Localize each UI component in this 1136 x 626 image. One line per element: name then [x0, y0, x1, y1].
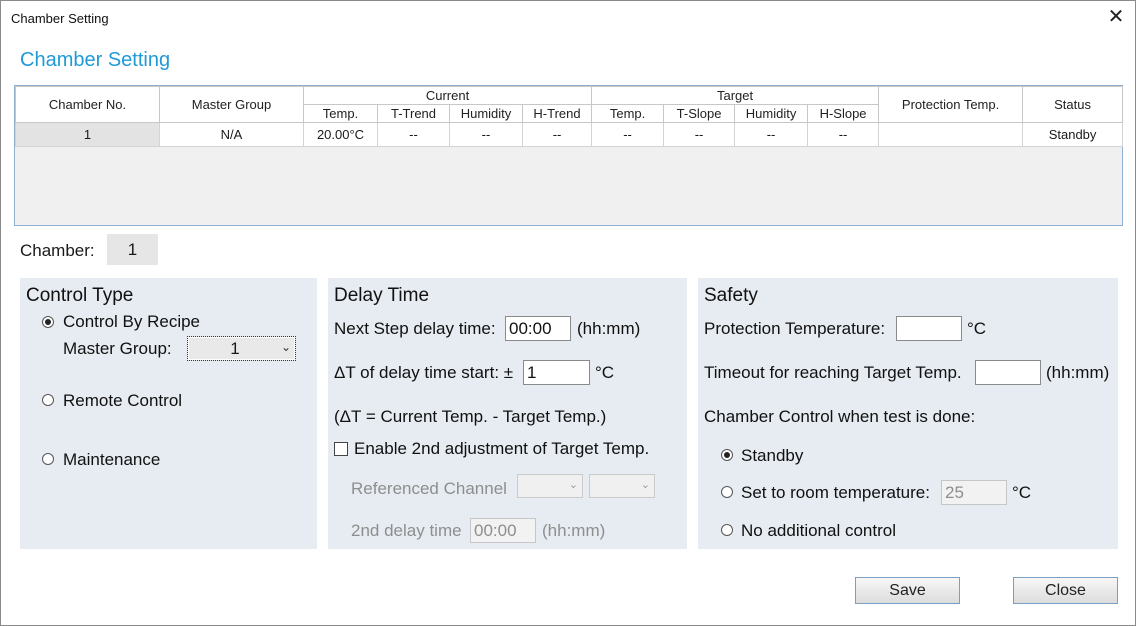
- col-header-current-t-trend[interactable]: T-Trend: [377, 104, 450, 123]
- table-cell[interactable]: [878, 122, 1024, 147]
- delta-t-unit: °C: [595, 363, 615, 382]
- delay-time-title: Delay Time: [334, 285, 430, 306]
- chevron-down-icon: ⌄: [568, 479, 578, 491]
- standby-radio[interactable]: [721, 449, 733, 461]
- col-header-master-group[interactable]: Master Group: [159, 86, 304, 123]
- delta-t-formula: (ΔT = Current Temp. - Target Temp.): [334, 407, 607, 426]
- close-icon[interactable]: ✕: [1105, 6, 1127, 28]
- page-title: Chamber Setting: [20, 49, 171, 71]
- table-cell[interactable]: --: [449, 122, 523, 147]
- table-row[interactable]: 1 N/A 20.00°C -- -- -- -- -- -- -- Stand…: [15, 122, 1124, 147]
- maintenance-radio[interactable]: [42, 453, 54, 465]
- maintenance-label[interactable]: Maintenance: [63, 450, 160, 470]
- timeout-input[interactable]: [975, 360, 1041, 385]
- window-title: Chamber Setting: [11, 11, 109, 26]
- chamber-table: Chamber No. Master Group Current Target …: [14, 85, 1124, 226]
- safety-title: Safety: [704, 285, 758, 306]
- table-cell[interactable]: --: [377, 122, 450, 147]
- no-control-radio[interactable]: [721, 524, 733, 536]
- room-temp-radio[interactable]: [721, 486, 733, 498]
- control-type-title: Control Type: [26, 285, 134, 306]
- chevron-down-icon: ⌄: [280, 340, 291, 354]
- next-step-delay-label: Next Step delay time:: [334, 319, 496, 338]
- protection-temp-unit: °C: [967, 319, 987, 338]
- col-header-target-humidity[interactable]: Humidity: [734, 104, 809, 123]
- master-group-label: Master Group:: [63, 339, 172, 358]
- next-step-delay-input[interactable]: 00:00: [505, 316, 571, 341]
- standby-label[interactable]: Standby: [741, 446, 803, 466]
- no-control-label[interactable]: No additional control: [741, 521, 896, 541]
- table-cell[interactable]: 1: [15, 122, 160, 147]
- table-cell[interactable]: Standby: [1022, 122, 1124, 147]
- room-temp-unit: °C: [1012, 483, 1032, 502]
- second-delay-input[interactable]: 00:00: [470, 518, 536, 543]
- col-header-target-t-slope[interactable]: T-Slope: [663, 104, 736, 123]
- delta-t-input[interactable]: 1: [523, 360, 590, 385]
- chevron-down-icon: ⌄: [640, 479, 650, 491]
- col-header-current-temp[interactable]: Temp.: [303, 104, 378, 123]
- col-header-current-humidity[interactable]: Humidity: [449, 104, 523, 123]
- control-type-panel: Control Type Control By Recipe Master Gr…: [20, 278, 317, 549]
- timeout-unit: (hh:mm): [1046, 363, 1110, 382]
- master-group-value: 1: [230, 339, 240, 358]
- col-header-protection-temp[interactable]: Protection Temp.: [878, 86, 1024, 123]
- table-cell[interactable]: --: [807, 122, 880, 147]
- referenced-channel-label: Referenced Channel: [351, 479, 507, 498]
- table-cell[interactable]: --: [663, 122, 736, 147]
- protection-temp-input[interactable]: [896, 316, 962, 341]
- enable-2nd-adjustment-label[interactable]: Enable 2nd adjustment of Target Temp.: [354, 439, 649, 459]
- next-step-delay-unit: (hh:mm): [577, 319, 641, 338]
- col-group-target: Target: [591, 86, 880, 105]
- referenced-channel-select-1[interactable]: ⌄: [517, 474, 583, 498]
- room-temp-label[interactable]: Set to room temperature:: [741, 483, 930, 503]
- done-control-label: Chamber Control when test is done:: [704, 407, 976, 426]
- table-cell[interactable]: --: [734, 122, 809, 147]
- delta-t-label: ΔT of delay time start: ±: [334, 363, 514, 382]
- col-header-current-h-trend[interactable]: H-Trend: [521, 104, 593, 123]
- control-by-recipe-radio[interactable]: [42, 316, 54, 328]
- chamber-value: 1: [107, 234, 158, 265]
- close-button[interactable]: Close: [1013, 577, 1118, 604]
- table-cell[interactable]: 20.00°C: [303, 122, 378, 147]
- master-group-select[interactable]: 1 ⌄: [187, 336, 296, 361]
- second-delay-unit: (hh:mm): [542, 521, 606, 540]
- control-by-recipe-label[interactable]: Control By Recipe: [63, 312, 200, 332]
- title-bar: Chamber Setting ✕: [1, 1, 1135, 35]
- chamber-setting-dialog: Chamber Setting ✕ Chamber Setting Chambe…: [0, 0, 1136, 626]
- col-header-chamber-no[interactable]: Chamber No.: [15, 86, 160, 123]
- safety-panel: Safety Protection Temperature: °C Timeou…: [698, 278, 1118, 549]
- table-cell[interactable]: --: [591, 122, 665, 147]
- col-group-current: Current: [302, 86, 593, 105]
- delay-time-panel: Delay Time Next Step delay time: 00:00 (…: [328, 278, 687, 549]
- remote-control-label[interactable]: Remote Control: [63, 391, 182, 411]
- col-header-target-h-slope[interactable]: H-Slope: [807, 104, 880, 123]
- timeout-label: Timeout for reaching Target Temp.: [704, 363, 962, 382]
- referenced-channel-select-2[interactable]: ⌄: [589, 474, 655, 498]
- room-temp-input[interactable]: 25: [941, 480, 1007, 505]
- save-button[interactable]: Save: [855, 577, 960, 604]
- table-cell[interactable]: --: [521, 122, 593, 147]
- enable-2nd-adjustment-checkbox[interactable]: [334, 442, 348, 456]
- chamber-label: Chamber:: [20, 241, 95, 260]
- table-cell[interactable]: N/A: [159, 122, 304, 147]
- remote-control-radio[interactable]: [42, 394, 54, 406]
- second-delay-label: 2nd delay time: [351, 521, 462, 540]
- col-header-target-temp[interactable]: Temp.: [591, 104, 665, 123]
- protection-temp-label: Protection Temperature:: [704, 319, 886, 338]
- col-header-status[interactable]: Status: [1022, 86, 1124, 123]
